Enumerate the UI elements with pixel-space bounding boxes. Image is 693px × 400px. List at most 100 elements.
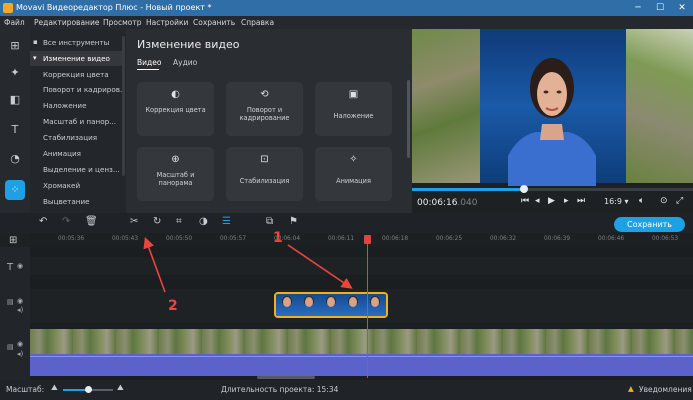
card-label: Наложение	[333, 112, 374, 120]
delete-icon[interactable]: 🗑︎	[85, 216, 98, 227]
track-audio-icon[interactable]: ◂)	[17, 350, 23, 358]
playback-progress-handle[interactable]	[520, 185, 528, 193]
grid-icon: ▪	[33, 38, 38, 46]
volume-icon[interactable]: 🔈︎	[639, 196, 644, 206]
rotate-crop-card[interactable]: ⟲ Поворот и кадрирование	[226, 82, 303, 136]
insert-media-icon[interactable]: ⧉	[266, 216, 273, 227]
color-icon: ◐	[171, 89, 180, 100]
tool-item-label: Анимация	[43, 149, 82, 158]
overlay-card[interactable]: ▣ Наложение	[315, 82, 392, 136]
ruler-tick-label: 00:05:57	[220, 236, 247, 242]
aspect-ratio-select[interactable]: 16:9 ▾	[604, 197, 629, 206]
tool-item[interactable]: Наложение	[30, 98, 124, 113]
tools-list: ▪ Все инструменты ▾ Изменение видео Коррек…	[30, 29, 126, 213]
window-title: Movavi Видеоредактор Плюс - Новый проект…	[16, 3, 212, 12]
maximize-button[interactable]: ☐	[649, 0, 671, 16]
snapshot-icon[interactable]: ⊙	[660, 196, 668, 206]
clip-thumbnail	[298, 294, 320, 316]
color-adjust-icon[interactable]: ◑	[199, 216, 208, 227]
skip-start-icon[interactable]: ⏮	[521, 196, 529, 206]
menu-edit[interactable]: Редактирование	[34, 16, 99, 29]
track-audio-icon[interactable]: ◂)	[17, 306, 23, 314]
zoom-out-icon[interactable]: ⛰︎	[51, 383, 58, 393]
animation-card[interactable]: ✧ Анимация	[315, 147, 392, 201]
visibility-eye-icon[interactable]: ◉	[17, 340, 23, 348]
card-label: Стабилизация	[239, 177, 290, 185]
close-button[interactable]: ✕	[671, 0, 693, 16]
preview-background-right	[626, 29, 693, 183]
tool-item-video-edit[interactable]: ▾ Изменение видео	[30, 51, 124, 66]
tool-item[interactable]: Выделение и ценз...	[30, 162, 124, 177]
tool-item[interactable]: Хромакей	[30, 178, 124, 193]
tools-scrollbar[interactable]	[122, 36, 125, 176]
timecode-main: 00:06:16	[417, 198, 458, 208]
ruler-tick-label: 00:05:50	[166, 236, 193, 242]
overlay-clip[interactable]	[274, 292, 388, 318]
color-correction-card[interactable]: ◐ Коррекция цвета	[137, 82, 214, 136]
audio-waveform-clip[interactable]	[30, 354, 693, 376]
stabilization-card[interactable]: ⊡ Стабилизация	[226, 147, 303, 201]
tool-item-label: Масштаб и панор...	[43, 117, 117, 126]
tab-video[interactable]: Видео	[137, 58, 161, 67]
clip-thumbnail	[276, 294, 298, 316]
annotation-number-2: 2	[168, 298, 178, 314]
marker-flag-icon[interactable]: ⚑	[289, 216, 298, 227]
project-duration: Длительность проекта: 15:34	[221, 385, 339, 394]
notifications-link[interactable]: Уведомления	[639, 385, 692, 394]
menu-view[interactable]: Просмотр	[103, 16, 142, 29]
crop-tool-icon[interactable]: ⌗	[176, 216, 182, 227]
panel-scrollbar[interactable]	[407, 80, 410, 158]
clip-thumbnail	[320, 294, 342, 316]
overlay-icon: ▣	[348, 89, 359, 100]
visibility-eye-icon[interactable]: ◉	[17, 262, 23, 270]
tool-item[interactable]: Выцветание	[30, 194, 124, 209]
ruler-tick-label: 00:06:32	[490, 236, 517, 242]
audio-volume-line[interactable]	[30, 356, 693, 357]
menu-help[interactable]: Справка	[241, 16, 274, 29]
skip-end-icon[interactable]: ⏭	[577, 196, 585, 206]
clip-properties-icon[interactable]: ☰	[222, 216, 231, 227]
undo-icon[interactable]: ↶	[39, 216, 47, 227]
step-forward-icon[interactable]: ▸	[564, 196, 569, 206]
titles-icon[interactable]: T	[5, 120, 25, 140]
visibility-eye-icon[interactable]: ◉	[17, 297, 23, 305]
timeline-scrollbar[interactable]	[257, 376, 315, 379]
redo-icon[interactable]: ↷	[62, 216, 70, 227]
menu-save[interactable]: Сохранить	[193, 16, 235, 29]
step-back-icon[interactable]: ◂	[535, 196, 540, 206]
playhead-line[interactable]	[367, 236, 368, 378]
tab-underline	[137, 69, 159, 70]
playhead-handle[interactable]	[364, 235, 371, 244]
stickers-icon[interactable]: ◔	[5, 149, 25, 169]
tool-item[interactable]: Поворот и кадриров...	[30, 82, 124, 97]
play-button[interactable]: ▶	[548, 196, 555, 206]
transitions-icon[interactable]: ◧	[5, 90, 25, 110]
fullscreen-icon[interactable]: ⤢	[676, 196, 683, 206]
more-tools-icon[interactable]: ⁘	[5, 180, 25, 200]
scissors-icon[interactable]: ✂	[130, 216, 138, 227]
magic-wand-icon[interactable]: ✦	[5, 63, 25, 83]
all-tools-item[interactable]: ▪ Все инструменты	[30, 35, 124, 50]
minimize-button[interactable]: ─	[627, 0, 649, 16]
import-icon[interactable]: ⊞	[5, 36, 25, 56]
ruler-tick-label: 00:06:46	[598, 236, 625, 242]
menu-settings[interactable]: Настройки	[146, 16, 188, 29]
tab-audio[interactable]: Аудио	[173, 58, 197, 67]
tool-item[interactable]: Анимация	[30, 146, 124, 161]
rotate-icon[interactable]: ↻	[153, 216, 161, 227]
tool-item[interactable]: Стабилизация	[30, 130, 124, 145]
main-video-clip[interactable]	[30, 329, 693, 354]
menu-file[interactable]: Файл	[4, 16, 25, 29]
pan-zoom-card[interactable]: ⊕ Масштаб и панорама	[137, 147, 214, 201]
tool-item[interactable]: Масштаб и панор...	[30, 114, 124, 129]
annotation-number-1: 1	[273, 230, 283, 246]
tool-item[interactable]: Коррекция цвета	[30, 67, 124, 82]
panel-title: Изменение видео	[137, 38, 240, 51]
zoom-slider-handle[interactable]	[85, 386, 92, 393]
save-button[interactable]: Сохранить	[614, 217, 685, 232]
add-track-icon[interactable]: ⊞	[9, 235, 17, 246]
timeline-toolbar	[0, 213, 693, 233]
tool-item-label: Наложение	[43, 101, 87, 110]
zoom-in-icon[interactable]: ⛰︎	[117, 383, 124, 393]
title-track[interactable]	[30, 257, 693, 275]
